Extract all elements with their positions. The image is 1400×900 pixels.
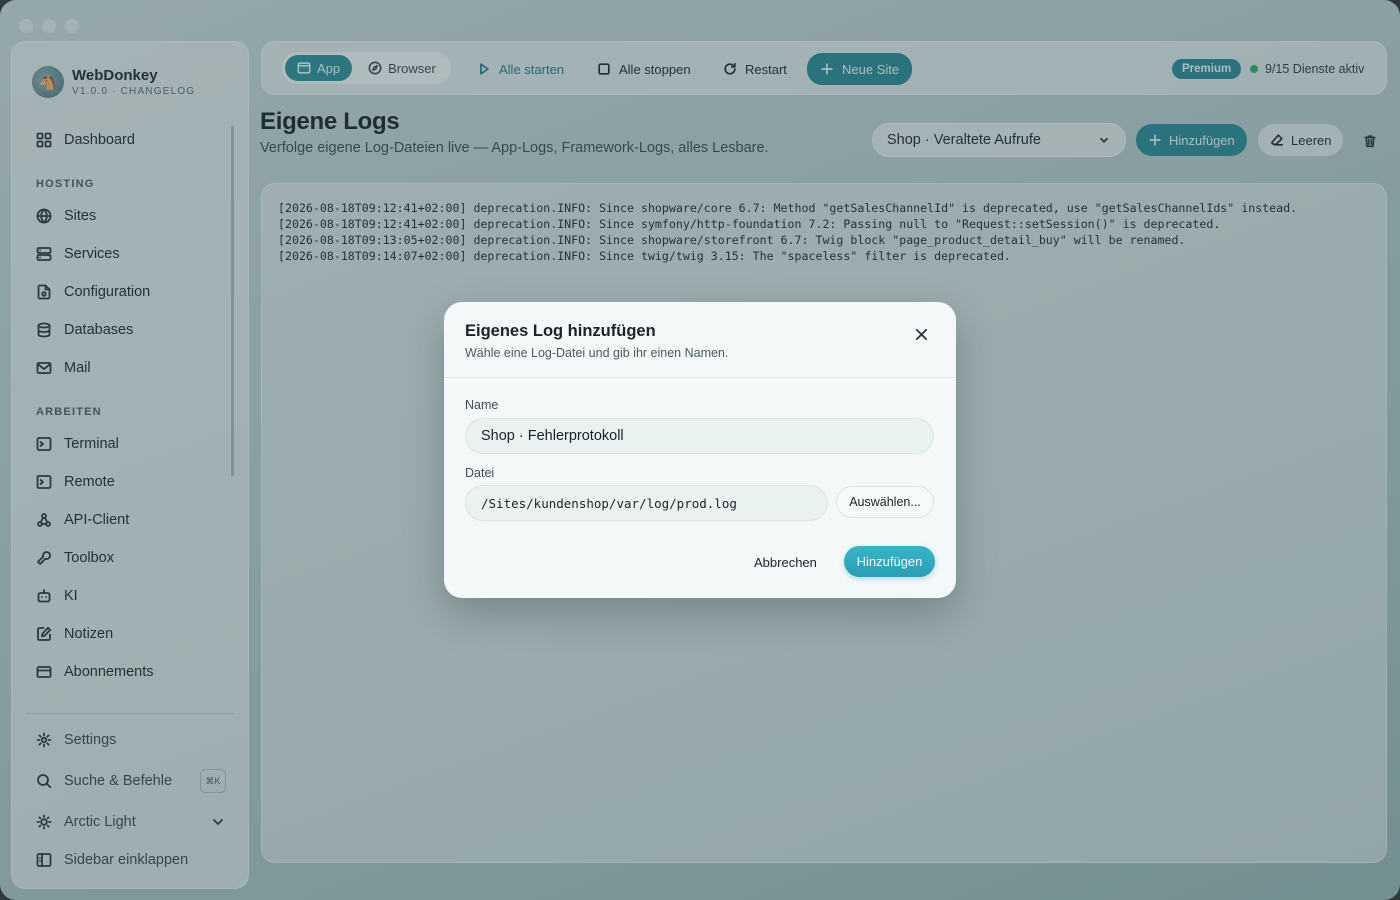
dialog-divider bbox=[444, 377, 956, 378]
add-log-dialog: Eigenes Log hinzufügen Wähle eine Log-Da… bbox=[444, 302, 956, 598]
file-field-label: Datei bbox=[465, 466, 495, 480]
name-input[interactable]: Shop · Fehlerprotokoll bbox=[465, 418, 934, 454]
name-field-label: Name bbox=[465, 398, 499, 412]
file-path-input[interactable]: /Sites/kundenshop/var/log/prod.log bbox=[465, 485, 828, 521]
submit-add-button[interactable]: Hinzufügen bbox=[844, 546, 935, 577]
dialog-title: Eigenes Log hinzufügen bbox=[465, 322, 656, 340]
choose-file-button[interactable]: Auswählen... bbox=[836, 486, 934, 518]
app-window: 🐴 WebDonkey V1.0.0 · CHANGELOG Dashboard… bbox=[0, 0, 1400, 900]
dialog-close-button[interactable] bbox=[912, 325, 930, 343]
close-icon bbox=[915, 328, 927, 340]
cancel-button[interactable]: Abbrechen bbox=[754, 549, 817, 575]
dialog-subtitle: Wähle eine Log-Datei und gib ihr einen N… bbox=[465, 346, 729, 360]
